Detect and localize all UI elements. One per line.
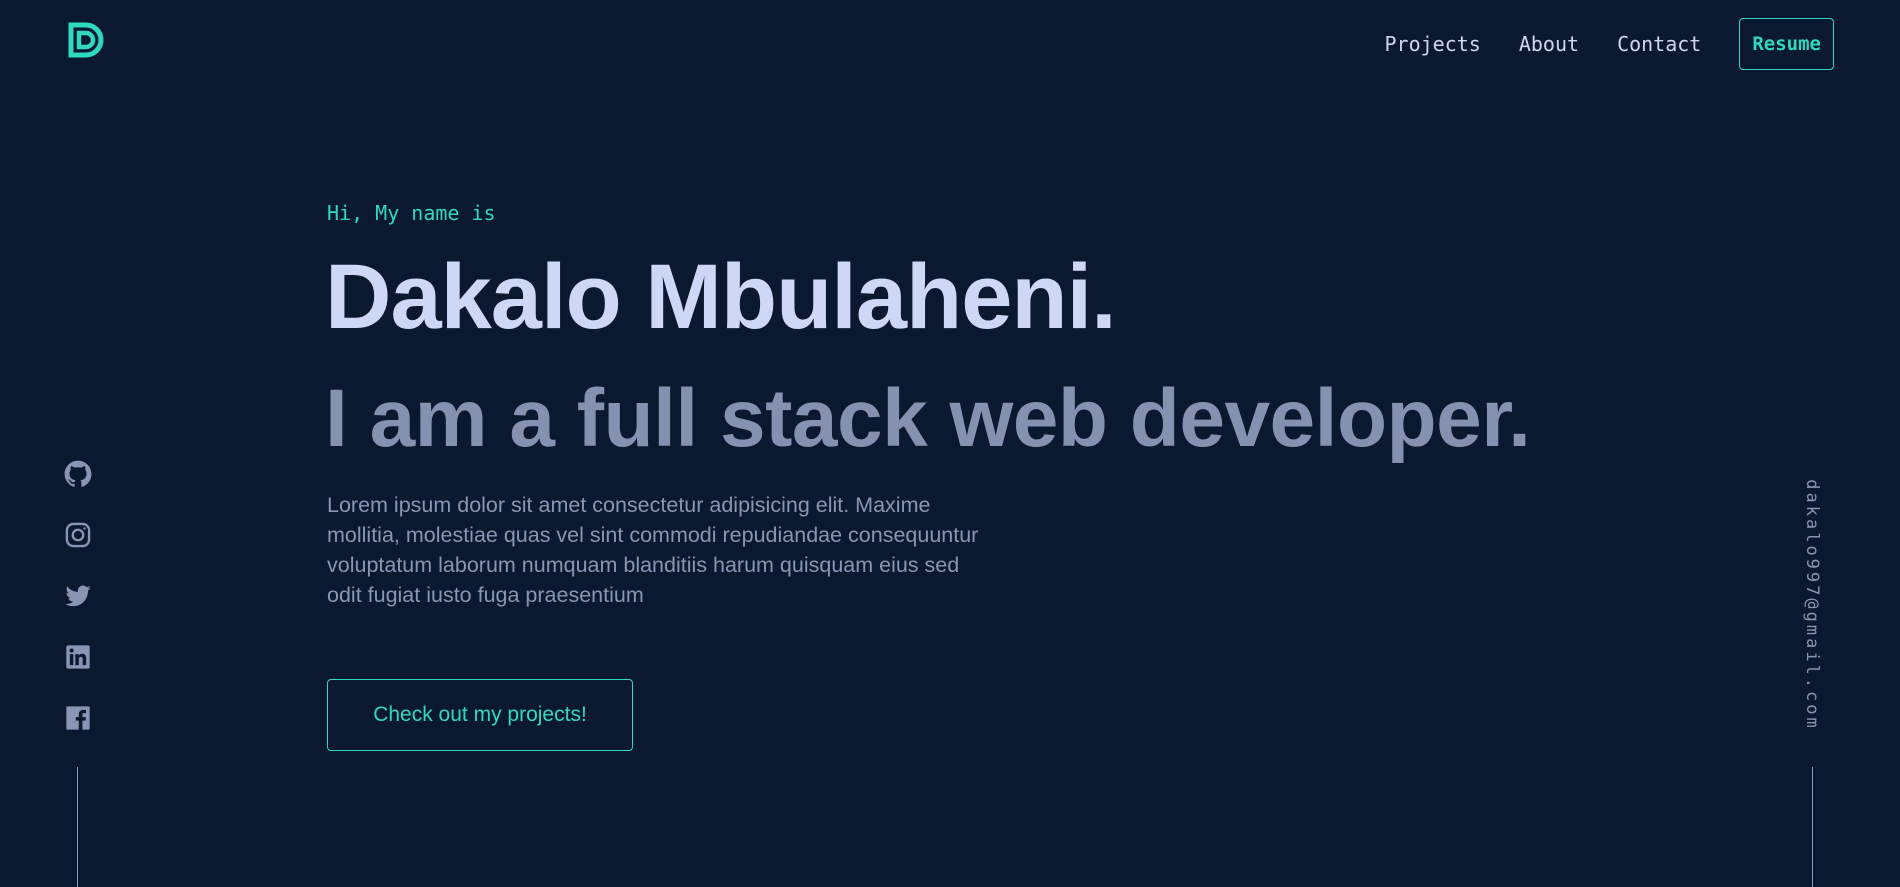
greeting: Hi, My name is <box>327 201 496 225</box>
main-nav: Projects About Contact Resume <box>1385 18 1834 70</box>
email-link[interactable]: dakalo997@gmail.com <box>1802 479 1822 730</box>
d-monogram-icon <box>68 22 104 58</box>
resume-button[interactable]: Resume <box>1739 18 1834 70</box>
hero-name: Dakalo Mbulaheni. <box>325 246 1117 348</box>
nav-about[interactable]: About <box>1519 32 1579 56</box>
instagram-icon[interactable] <box>64 521 92 549</box>
facebook-icon[interactable] <box>64 704 92 732</box>
hero-tagline: I am a full stack web developer. <box>325 373 1531 464</box>
nav-contact[interactable]: Contact <box>1617 32 1701 56</box>
check-projects-button[interactable]: Check out my projects! <box>327 679 633 751</box>
linkedin-icon[interactable] <box>64 643 92 671</box>
twitter-icon[interactable] <box>64 582 92 610</box>
logo[interactable] <box>68 22 108 58</box>
social-links <box>62 460 94 732</box>
github-icon[interactable] <box>64 460 92 488</box>
left-rail-line <box>77 767 78 887</box>
right-rail-line <box>1812 767 1813 887</box>
hero-bio: Lorem ipsum dolor sit amet consectetur a… <box>327 493 979 607</box>
nav-projects[interactable]: Projects <box>1385 32 1481 56</box>
